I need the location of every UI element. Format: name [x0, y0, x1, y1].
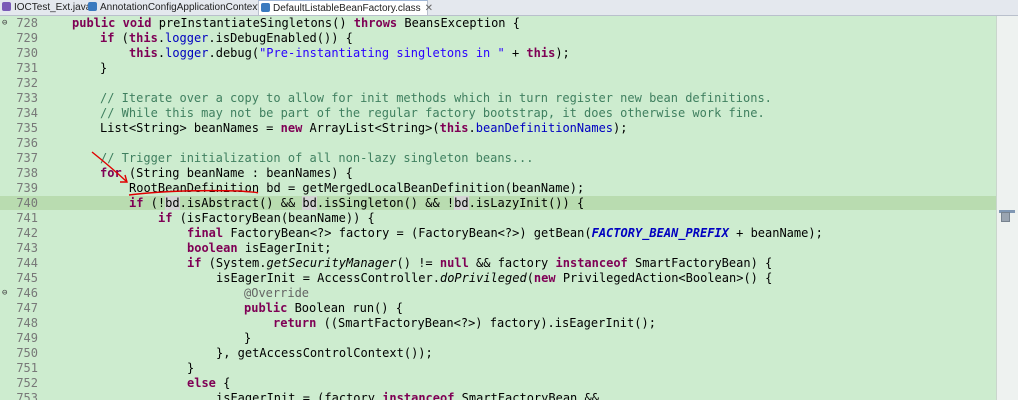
- code-line-729: if (this.logger.isDebugEnabled()) {: [100, 31, 353, 45]
- line-number: 743: [16, 241, 38, 255]
- code-line-742: final FactoryBean<?> factory = (FactoryB…: [187, 226, 823, 240]
- java-file-icon: [2, 2, 11, 11]
- line-number: 751: [16, 361, 38, 375]
- code-line-743: boolean isEagerInit;: [187, 241, 332, 255]
- code-line-749: }: [244, 331, 252, 345]
- code-line-737: // Trigger initialization of all non-laz…: [100, 151, 534, 165]
- code-line-734: // While this may not be part of the reg…: [100, 106, 765, 120]
- code-line-739: RootBeanDefinition bd = getMergedLocalBe…: [129, 181, 585, 195]
- code-line-733: // Iterate over a copy to allow for init…: [100, 91, 772, 105]
- code-line-750: }, getAccessControlContext());: [216, 346, 433, 360]
- tab-annotation-config-application-context[interactable]: AnnotationConfigApplicationContext.class: [86, 0, 286, 15]
- line-number-current: 740: [0, 196, 46, 210]
- fold-collapse-icon[interactable]: ⊖: [2, 16, 7, 30]
- tab-ioctest-ext[interactable]: IOCTest_Ext.java: [0, 0, 91, 15]
- line-number: 738: [16, 166, 38, 180]
- class-file-icon: [261, 3, 270, 12]
- code-line-747: public Boolean run() {: [244, 301, 403, 315]
- line-number: 737: [16, 151, 38, 165]
- line-number: 742: [16, 226, 38, 240]
- line-number: 734: [16, 106, 38, 120]
- line-number: 730: [16, 46, 38, 60]
- ide-window: IOCTest_Ext.java AnnotationConfigApplica…: [0, 0, 1018, 400]
- overview-ruler-scrollbar[interactable]: [996, 16, 1018, 400]
- line-number-gutter: ⊖ 728 729 730 731 732 733 734 735 736 737…: [0, 16, 46, 400]
- code-line-752: else {: [187, 376, 231, 390]
- line-number: 736: [16, 136, 38, 150]
- line-number: 741: [16, 211, 38, 225]
- line-number: 750: [16, 346, 38, 360]
- close-tab-icon[interactable]: ✕: [425, 3, 433, 14]
- fold-collapse-icon[interactable]: ⊖: [2, 286, 7, 300]
- line-number: 732: [16, 76, 38, 90]
- code-line-735: List<String> beanNames = new ArrayList<S…: [100, 121, 628, 135]
- line-number: 744: [16, 256, 38, 270]
- class-file-icon: [88, 2, 97, 11]
- line-number: ⊖ 746: [2, 286, 38, 300]
- code-line-746: @Override: [244, 286, 310, 300]
- line-number: 745: [16, 271, 38, 285]
- tab-default-listable-bean-factory[interactable]: DefaultListableBeanFactory.class ✕: [258, 0, 433, 15]
- line-number: 731: [16, 61, 38, 75]
- line-number: 748: [16, 316, 38, 330]
- code-line-744: if (System.getSecurityManager() != null …: [187, 256, 773, 270]
- scrollbar-thumb[interactable]: [1001, 212, 1010, 222]
- code-line-745: isEagerInit = AccessController.doPrivile…: [216, 271, 773, 285]
- code-line-751: }: [187, 361, 195, 375]
- code-line-730: this.logger.debug("Pre-instantiating sin…: [129, 46, 570, 60]
- code-line-728: public void preInstantiateSingletons() t…: [72, 16, 520, 30]
- code-line-731: }: [100, 61, 108, 75]
- line-number: 733: [16, 91, 38, 105]
- editor-tab-bar: IOCTest_Ext.java AnnotationConfigApplica…: [0, 0, 1018, 16]
- line-number: ⊖ 728: [2, 16, 38, 30]
- tab-label: IOCTest_Ext.java: [14, 2, 92, 13]
- line-number: 752: [16, 376, 38, 390]
- code-line-740-current: if (!bd.isAbstract() && bd.isSingleton()…: [46, 196, 1018, 210]
- line-number: 753: [16, 391, 38, 400]
- code-line-753: isEagerInit = (factory instanceof SmartF…: [216, 391, 599, 400]
- line-number: 739: [16, 181, 38, 195]
- tab-label: DefaultListableBeanFactory.class: [273, 3, 421, 14]
- code-editor[interactable]: public void preInstantiateSingletons() t…: [46, 16, 1018, 400]
- code-line-738: for (String beanName : beanNames) {: [100, 166, 353, 180]
- code-line-748: return ((SmartFactoryBean<?>) factory).i…: [273, 316, 656, 330]
- line-number: 747: [16, 301, 38, 315]
- line-number: 735: [16, 121, 38, 135]
- line-number: 729: [16, 31, 38, 45]
- code-line-741: if (isFactoryBean(beanName)) {: [158, 211, 375, 225]
- line-number: 749: [16, 331, 38, 345]
